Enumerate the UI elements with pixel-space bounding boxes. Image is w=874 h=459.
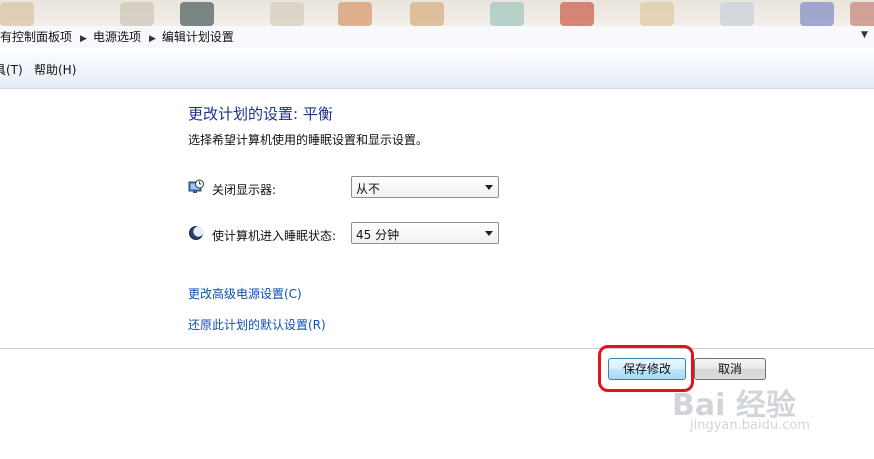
chevron-down-icon xyxy=(485,231,493,236)
moon-icon xyxy=(189,226,204,240)
breadcrumb-separator-icon[interactable]: ▶ xyxy=(149,28,156,50)
sleep-value: 45 分钟 xyxy=(356,228,400,242)
advanced-power-settings-link[interactable]: 更改高级电源设置(C) xyxy=(188,285,302,302)
desktop-icons-strip xyxy=(0,0,874,26)
address-dropdown-icon[interactable]: ▼ xyxy=(861,30,868,40)
breadcrumb-item-edit-plan[interactable]: 编辑计划设置 xyxy=(162,30,234,44)
breadcrumb-item-power-options[interactable]: 电源选项 xyxy=(93,30,141,44)
breadcrumb-item-control-panel[interactable]: 有控制面板项 xyxy=(0,30,72,44)
sleep-label: 使计算机进入睡眠状态: xyxy=(212,229,337,243)
display-off-label: 关闭显示器: xyxy=(212,183,277,197)
breadcrumb-separator-icon[interactable]: ▶ xyxy=(80,28,87,50)
menu-item-tools[interactable]: 具(T) xyxy=(0,61,23,78)
chevron-down-icon xyxy=(485,185,493,190)
footer-divider xyxy=(0,348,874,349)
address-bar[interactable]: 有控制面板项 ▶ 电源选项 ▶ 编辑计划设置 ▼ xyxy=(0,26,874,49)
monitor-clock-icon xyxy=(188,179,204,193)
baidu-watermark-url: jingyan.baidu.com xyxy=(690,418,810,433)
page-title: 更改计划的设置: 平衡 xyxy=(188,105,333,123)
display-off-value: 从不 xyxy=(356,182,381,196)
page-subtitle: 选择希望计算机使用的睡眠设置和显示设置。 xyxy=(188,133,429,147)
display-off-select[interactable]: 从不 xyxy=(351,176,499,198)
cancel-button[interactable]: 取消 xyxy=(694,358,766,380)
sleep-select[interactable]: 45 分钟 xyxy=(351,222,499,244)
menu-bar: 具(T) 帮助(H) xyxy=(0,48,874,89)
restore-defaults-link[interactable]: 还原此计划的默认设置(R) xyxy=(188,316,326,333)
breadcrumb: 有控制面板项 ▶ 电源选项 ▶ 编辑计划设置 xyxy=(0,26,234,48)
menu-item-help[interactable]: 帮助(H) xyxy=(34,61,76,78)
